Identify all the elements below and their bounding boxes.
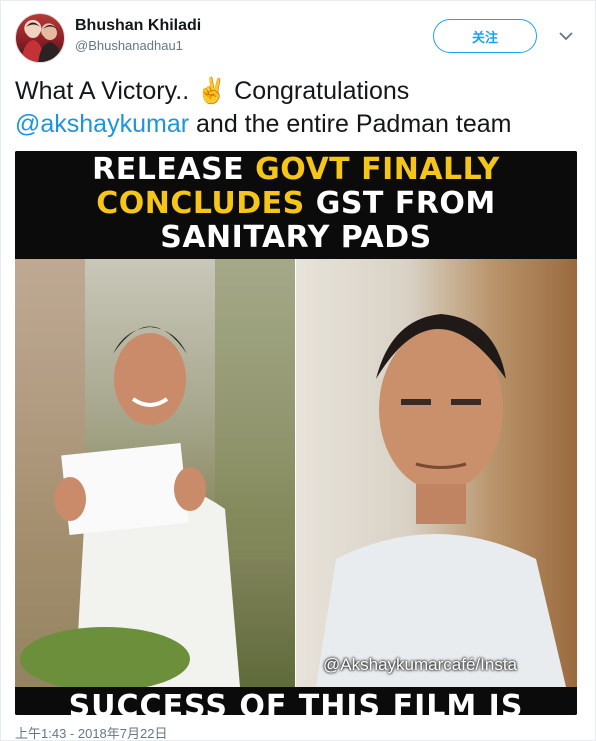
- headline-text-yellow: GOVT FINALLY: [255, 152, 500, 187]
- avatar-image: [21, 22, 62, 62]
- tweet-text: What A Victory.. ✌️ Congratulations @aks…: [15, 75, 585, 141]
- media-headline: RELEASE GOVT FINALLY CONCLUDES GST FROM …: [15, 151, 577, 259]
- user-names: Bhushan Khiladi @Bhushanadhau1: [75, 16, 201, 55]
- avatar[interactable]: [15, 13, 65, 63]
- tweet-media-image[interactable]: RELEASE GOVT FINALLY CONCLUDES GST FROM …: [15, 151, 577, 715]
- headline-line-1: RELEASE GOVT FINALLY: [15, 153, 577, 187]
- mention-link[interactable]: @akshaykumar: [15, 110, 189, 138]
- headline-text-yellow: CONCLUDES: [96, 186, 305, 221]
- media-bottom-band: SUCCESS OF THIS FILM IS: [15, 687, 577, 715]
- photo-left-illustration: [15, 259, 295, 687]
- tweet-text-rest: and the entire Padman team: [189, 110, 512, 138]
- follow-button[interactable]: 关注: [433, 19, 537, 53]
- tweet-text-line2: @akshaykumar and the entire Padman team: [15, 108, 585, 141]
- chevron-down-icon: [559, 31, 573, 40]
- image-credit: @Akshaykumarcafé/Insta: [323, 655, 517, 674]
- photo-right-illustration: [316, 314, 566, 687]
- headline-line-3: SANITARY PADS: [160, 220, 432, 255]
- headline-text-white: RELEASE: [92, 152, 256, 187]
- tweet-timestamp[interactable]: 上午1:43 - 2018年7月22日: [15, 723, 167, 741]
- display-name[interactable]: Bhushan Khiladi: [75, 16, 201, 36]
- tweet-text-line1: What A Victory.. ✌️ Congratulations: [15, 77, 410, 105]
- photo-serious-man: [296, 259, 577, 687]
- headline-line-2: CONCLUDES GST FROM: [15, 187, 577, 221]
- headline-text-white: GST FROM: [304, 186, 496, 221]
- tweet-header: Bhushan Khiladi @Bhushanadhau1 关注: [15, 13, 581, 65]
- tweet-card: Bhushan Khiladi @Bhushanadhau1 关注 What A…: [0, 0, 596, 741]
- more-options-button[interactable]: [555, 25, 577, 47]
- photo-smiling-man-holding-pad: [15, 259, 295, 687]
- user-handle[interactable]: @Bhushanadhau1: [75, 37, 201, 55]
- media-bottom-text: SUCCESS OF THIS FILM IS: [68, 689, 524, 715]
